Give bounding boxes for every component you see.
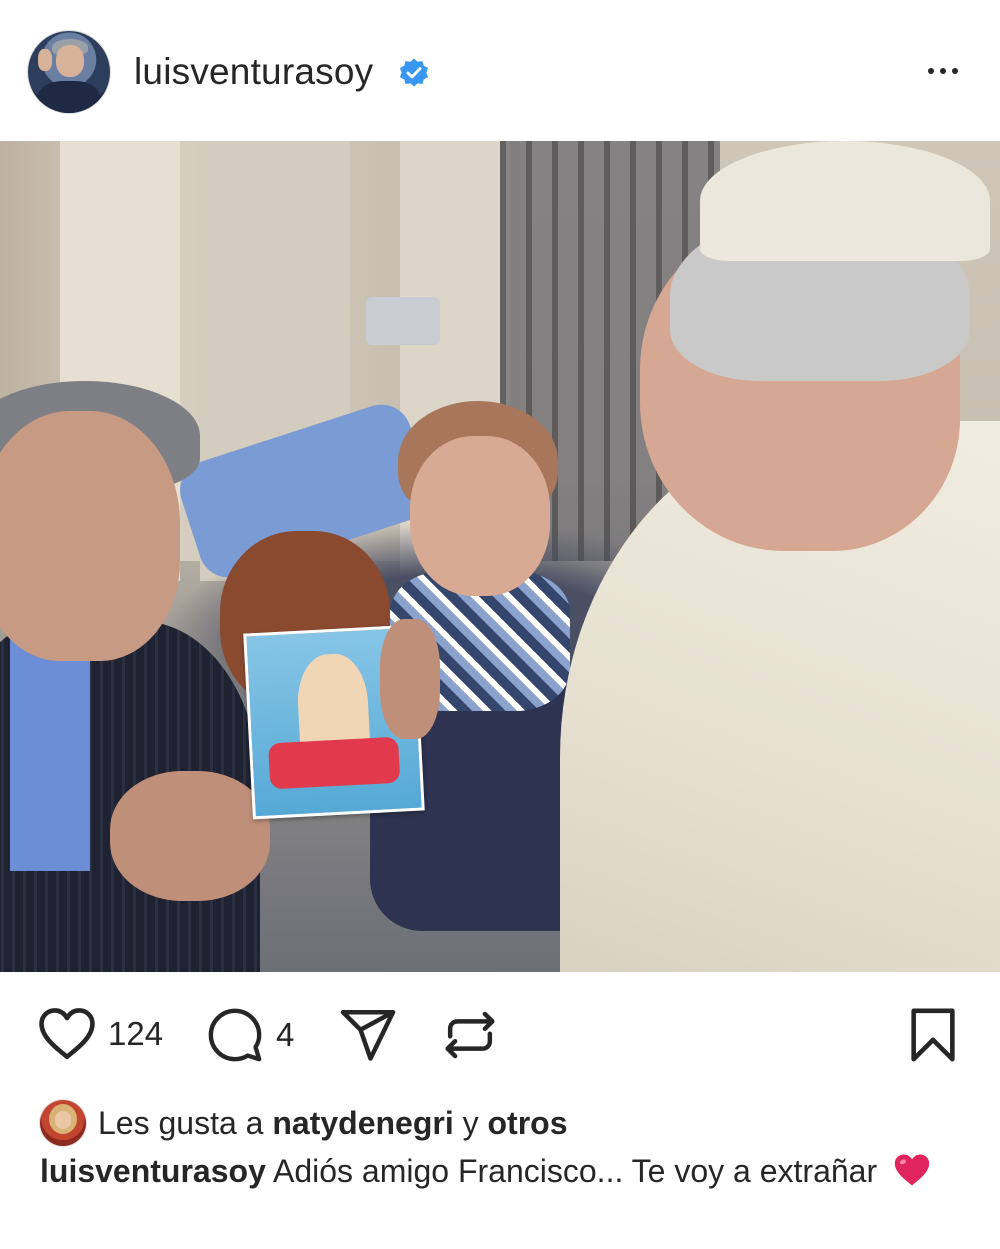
liker-avatar[interactable]	[40, 1100, 86, 1146]
dot	[928, 68, 934, 74]
liked-by-row[interactable]: Les gusta a natydenegri y otros	[40, 1098, 568, 1148]
profile-avatar[interactable]	[28, 31, 110, 113]
liked-by-others[interactable]: otros	[488, 1105, 568, 1141]
repost-icon	[445, 1011, 495, 1059]
red-heart-emoji-icon	[894, 1154, 930, 1186]
share-icon	[340, 1010, 396, 1061]
more-options-button[interactable]	[918, 56, 968, 86]
hand	[380, 619, 440, 739]
post-photo[interactable]	[0, 141, 1000, 972]
post-header: luisventurasoy	[0, 0, 1000, 140]
camera	[366, 297, 440, 345]
liker-username[interactable]: natydenegri	[272, 1105, 453, 1141]
comment-button[interactable]: 4	[206, 1006, 294, 1064]
like-count: 124	[108, 1015, 164, 1052]
heart-icon	[39, 1008, 95, 1060]
dot	[952, 68, 958, 74]
comment-count: 4	[276, 1016, 295, 1053]
like-button[interactable]: 124	[36, 1006, 163, 1062]
caption-username[interactable]: luisventurasoy	[40, 1153, 266, 1189]
liked-by-text: Les gusta a natydenegri y otros	[98, 1105, 568, 1142]
post-caption: luisventurasoy Adiós amigo Francisco... …	[40, 1150, 940, 1192]
bookmark-icon	[911, 1008, 955, 1062]
repost-button[interactable]	[440, 1004, 500, 1066]
pope-figure	[560, 141, 1000, 972]
username-link[interactable]: luisventurasoy	[134, 50, 373, 94]
dot	[940, 68, 946, 74]
comment-icon	[208, 1008, 262, 1062]
caption-text: Adiós amigo Francisco... Te voy a extrañ…	[272, 1153, 878, 1189]
liked-by-prefix: Les gusta a	[98, 1104, 264, 1141]
save-button[interactable]	[906, 1006, 960, 1064]
verified-badge-icon	[399, 58, 429, 87]
liked-by-connector: y	[462, 1104, 479, 1141]
action-bar: 124 4	[0, 990, 1000, 1090]
share-button[interactable]	[338, 1008, 398, 1064]
